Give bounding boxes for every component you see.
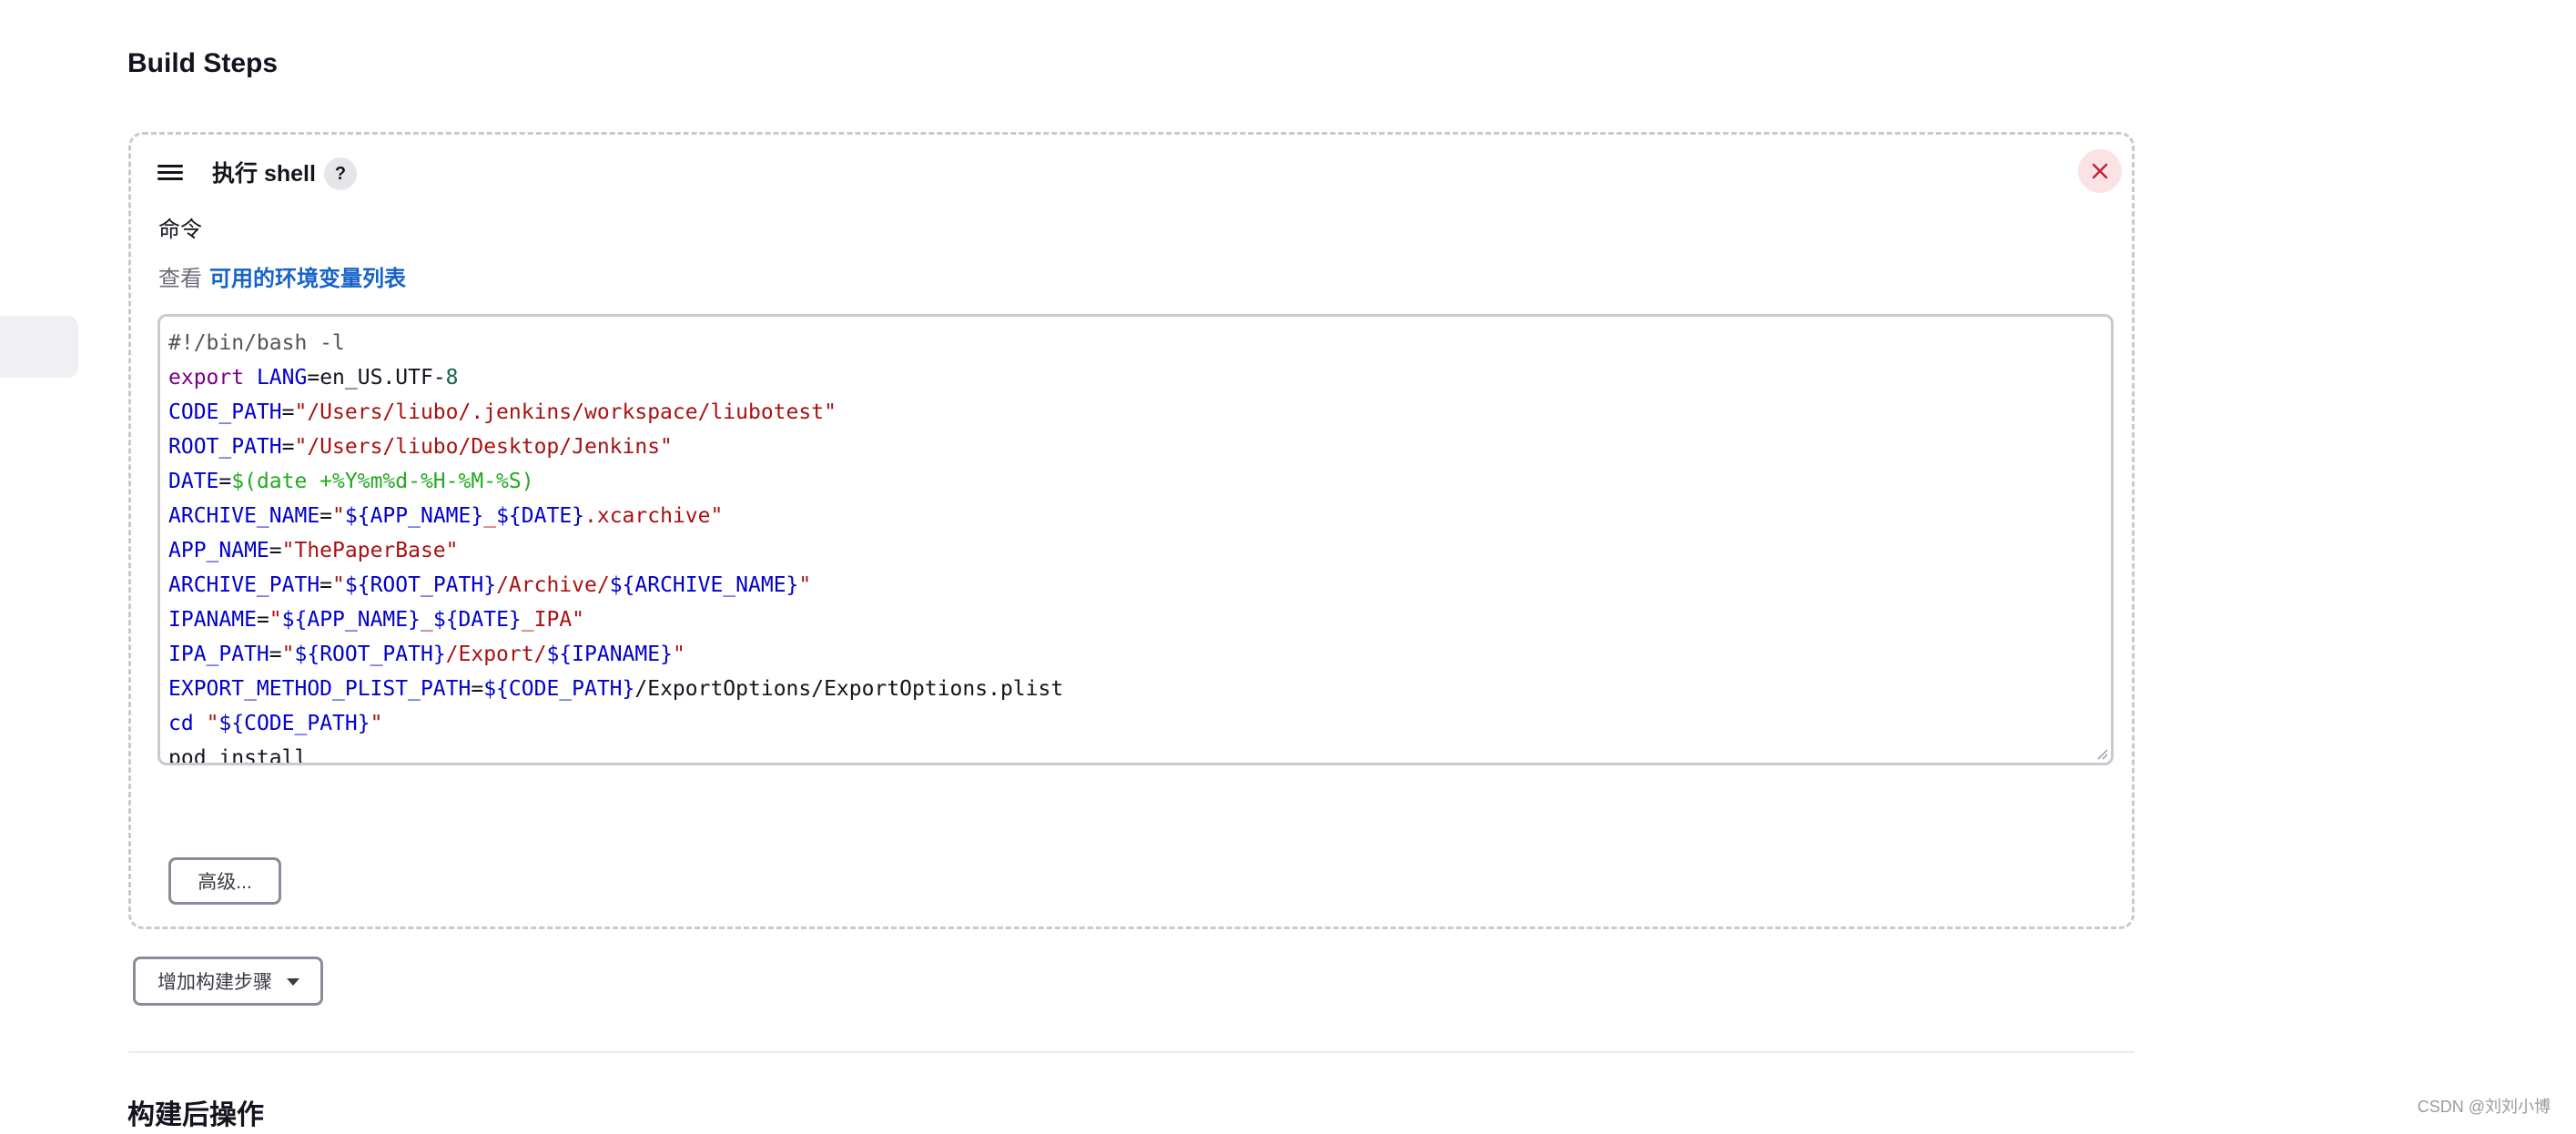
code-token: _ <box>420 608 433 632</box>
advanced-button[interactable]: 高级... <box>168 857 281 905</box>
code-token: = <box>471 677 484 701</box>
code-token: " <box>332 504 345 528</box>
resize-grip-icon[interactable] <box>2095 747 2108 760</box>
code-line: DATE=$(date +%Y%m%d-%H-%M-%S) <box>168 464 1063 499</box>
code-token: "/Users/liubo/Desktop/Jenkins" <box>294 435 673 459</box>
code-token: = <box>269 643 282 666</box>
drag-handle-icon[interactable] <box>157 165 183 181</box>
code-token: " <box>798 573 812 597</box>
watermark: CSDN @刘刘小博 <box>2417 1098 2551 1116</box>
section-divider <box>128 1051 2135 1053</box>
code-token: = <box>319 504 333 528</box>
code-token: /ExportOptions/ExportOptions.plist <box>634 677 1064 701</box>
caret-down-icon <box>287 978 299 986</box>
code-token: = <box>218 470 232 493</box>
code-line: IPANAME="${APP_NAME}_${DATE}_IPA" <box>168 602 1063 637</box>
code-token: $(date +%Y%m%d-%H-%M-%S) <box>231 470 534 493</box>
code-line: pod install <box>168 741 1063 765</box>
code-token: " <box>370 712 383 735</box>
code-token: .xcarchive" <box>584 504 724 528</box>
code-token: LANG <box>256 366 308 390</box>
code-token: "ThePaperBase" <box>281 539 459 562</box>
code-token: " <box>672 643 685 666</box>
code-line: CODE_PATH="/Users/liubo/.jenkins/workspa… <box>168 395 1063 430</box>
code-token: 8 <box>445 366 459 390</box>
code-line: ARCHIVE_NAME="${APP_NAME}_${DATE}.xcarch… <box>168 499 1063 533</box>
code-token: ARCHIVE_PATH <box>168 573 320 597</box>
sidebar-active-tab[interactable] <box>0 316 78 378</box>
close-icon <box>2092 163 2108 179</box>
code-token: #!/bin/bash -l <box>168 331 345 355</box>
env-vars-link[interactable]: 可用的环境变量列表 <box>209 267 406 291</box>
code-token: ${ROOT_PATH} <box>294 643 446 666</box>
add-build-step-label: 增加构建步骤 <box>157 972 272 993</box>
code-token: " <box>281 643 295 666</box>
code-token: cd <box>168 712 194 735</box>
code-token: /Export/ <box>445 643 547 666</box>
code-token: APP_NAME <box>168 539 269 562</box>
code-token: = <box>319 573 333 597</box>
code-token: ${DATE} <box>496 504 585 528</box>
code-token: = <box>281 400 295 424</box>
code-line: #!/bin/bash -l <box>168 326 1063 360</box>
build-step-execute-shell: 执行 shell ? 命令 查看 可用的环境变量列表 #!/bin/bash -l… <box>128 132 2135 929</box>
code-token: "/Users/liubo/.jenkins/workspace/liubote… <box>294 400 837 424</box>
code-token: ARCHIVE_NAME <box>168 504 320 528</box>
code-line: EXPORT_METHOD_PLIST_PATH=${CODE_PATH}/Ex… <box>168 672 1063 706</box>
env-vars-hint: 查看 可用的环境变量列表 <box>158 264 406 295</box>
code-token: = <box>256 608 269 632</box>
code-token: CODE_PATH <box>168 400 282 424</box>
code-line: ROOT_PATH="/Users/liubo/Desktop/Jenkins" <box>168 430 1063 464</box>
code-line: IPA_PATH="${ROOT_PATH}/Export/${IPANAME}… <box>168 637 1063 672</box>
code-token: pod install <box>168 746 308 765</box>
code-token: " <box>206 712 219 735</box>
step-title: 执行 shell <box>212 161 316 187</box>
code-token: ROOT_PATH <box>168 435 282 459</box>
delete-step-button[interactable] <box>2078 149 2122 193</box>
code-token: /Archive/ <box>496 573 610 597</box>
code-token: ${APP_NAME} <box>281 608 421 632</box>
code-token: _ <box>483 504 497 528</box>
code-token: _IPA" <box>521 608 585 632</box>
code-token: ${ARCHIVE_NAME} <box>609 573 799 597</box>
code-token: " <box>332 573 345 597</box>
code-token: export <box>168 366 245 390</box>
code-token: DATE <box>168 470 219 493</box>
code-token: ${DATE} <box>432 608 522 632</box>
code-token: ${CODE_PATH} <box>483 677 635 701</box>
command-code: #!/bin/bash -l export LANG=en_US.UTF-8 COD… <box>168 326 1063 765</box>
command-label: 命令 <box>158 218 202 242</box>
code-token: IPANAME <box>168 608 257 632</box>
code-line: ARCHIVE_PATH="${ROOT_PATH}/Archive/${ARC… <box>168 568 1063 602</box>
code-token: ${APP_NAME} <box>344 504 484 528</box>
section-title-build-steps: Build Steps <box>127 48 279 78</box>
add-build-step-button[interactable]: 增加构建步骤 <box>133 957 323 1006</box>
code-token: ${CODE_PATH} <box>218 712 370 735</box>
code-line: export LANG=en_US.UTF-8 <box>168 360 1063 395</box>
code-token: ${IPANAME} <box>546 643 673 666</box>
code-token: = <box>269 539 282 562</box>
section-title-post-build: 构建后操作 <box>127 1100 264 1130</box>
code-token: " <box>269 608 282 632</box>
code-line: cd "${CODE_PATH}" <box>168 706 1063 741</box>
code-token: ${ROOT_PATH} <box>344 573 497 597</box>
code-token: EXPORT_METHOD_PLIST_PATH <box>168 677 472 701</box>
help-icon[interactable]: ? <box>324 157 357 190</box>
env-vars-prefix: 查看 <box>158 267 202 291</box>
code-token: =en_US.UTF- <box>307 366 446 390</box>
code-token: = <box>281 435 295 459</box>
code-line: APP_NAME="ThePaperBase" <box>168 533 1063 568</box>
command-textarea[interactable]: #!/bin/bash -l export LANG=en_US.UTF-8 COD… <box>157 314 2114 765</box>
code-token: IPA_PATH <box>168 643 269 666</box>
